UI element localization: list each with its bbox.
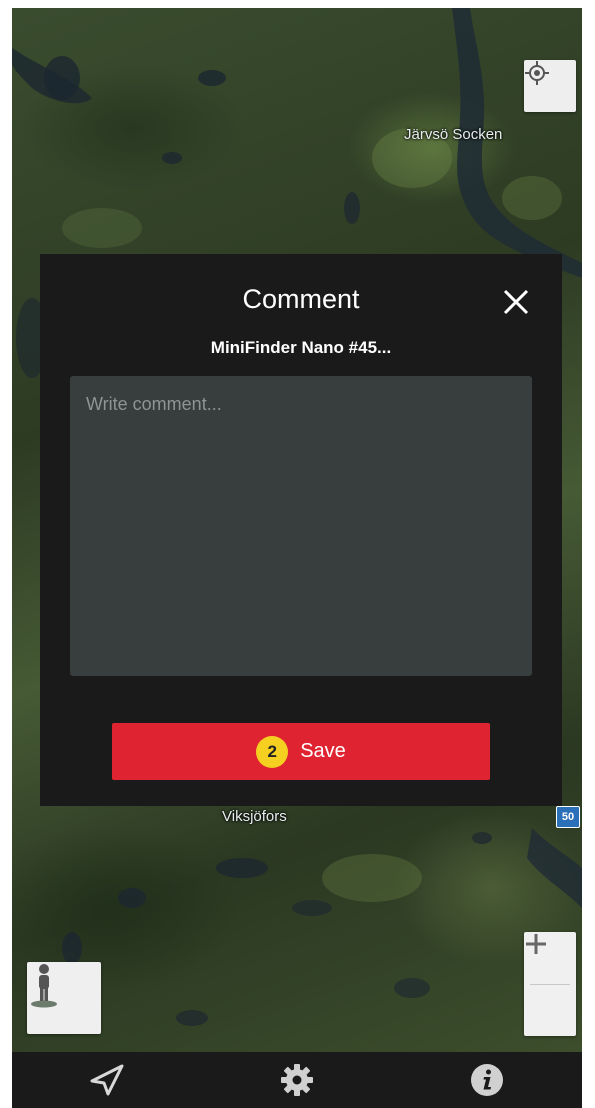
dialog-title: Comment — [242, 284, 360, 314]
comment-dialog: Comment MiniFinder Nano #45... 2 Save — [40, 254, 562, 806]
minus-icon — [526, 942, 546, 946]
zoom-control — [524, 932, 576, 1036]
step-badge: 2 — [256, 735, 289, 768]
comment-input[interactable] — [70, 376, 532, 676]
save-button[interactable]: 2 Save — [112, 723, 490, 780]
close-icon — [503, 289, 529, 315]
gear-icon — [281, 1064, 313, 1096]
crosshair-icon — [525, 61, 549, 85]
bottom-nav — [12, 1052, 582, 1108]
app-frame: Järvsö Socken Viksjöfors 50 Comment Mini… — [12, 8, 582, 1108]
pegman-icon — [31, 964, 57, 1008]
device-name: MiniFinder Nano #45... — [210, 338, 392, 357]
road-number-badge: 50 — [556, 806, 580, 828]
locate-button[interactable] — [524, 60, 576, 112]
nav-item-navigation[interactable] — [77, 1052, 137, 1108]
zoom-out-button[interactable] — [524, 942, 576, 1037]
navigation-arrow-icon — [90, 1064, 124, 1096]
close-button[interactable] — [496, 282, 536, 322]
nav-item-info[interactable] — [457, 1052, 517, 1108]
nav-item-settings[interactable] — [267, 1052, 327, 1108]
info-icon — [471, 1064, 503, 1096]
streetview-button[interactable] — [27, 962, 101, 1034]
map-place-label: Järvsö Socken — [404, 126, 503, 143]
save-button-label: Save — [300, 740, 346, 762]
map-place-label: Viksjöfors — [222, 808, 287, 825]
